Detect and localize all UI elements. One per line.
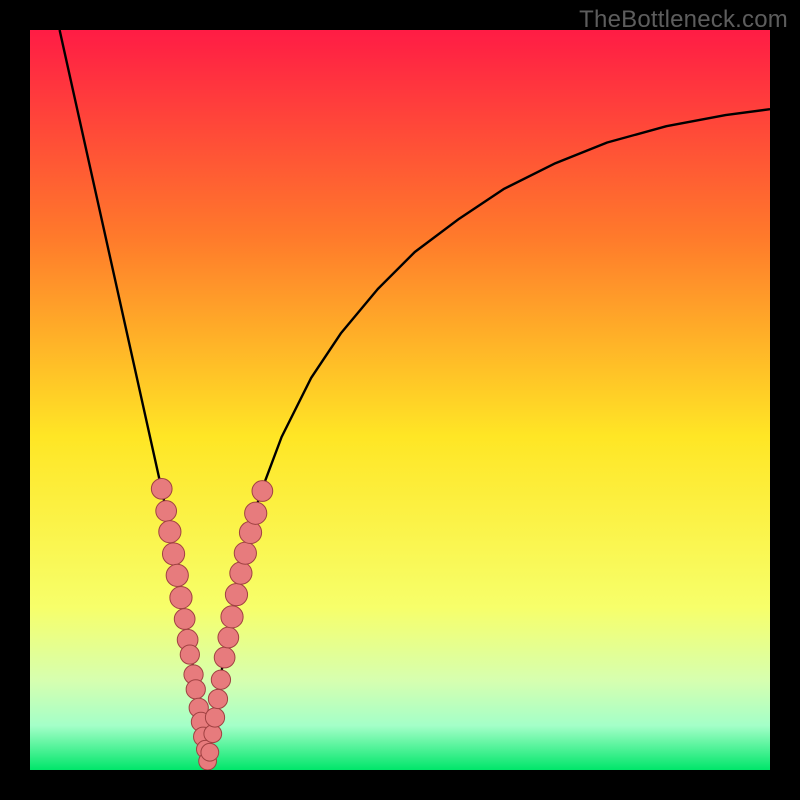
data-dot [201,743,219,761]
data-dot [211,670,230,689]
data-dot [180,645,199,664]
data-dot [245,502,267,524]
data-dot [252,481,273,502]
data-dot [208,689,227,708]
data-dot [170,586,192,608]
data-dot [225,584,247,606]
data-dot [186,680,205,699]
data-dot [218,627,239,648]
data-dot [174,609,195,630]
outer-frame: TheBottleneck.com [0,0,800,800]
data-dot [214,647,235,668]
data-dot [204,725,222,743]
data-dot [239,521,261,543]
data-dot [205,708,224,727]
data-dot [234,542,256,564]
data-dot [221,606,243,628]
data-dot [230,562,252,584]
data-dot [156,501,177,522]
data-dot [162,543,184,565]
chart-svg [30,30,770,770]
data-dot [166,564,188,586]
data-dot [159,521,181,543]
data-dot [151,478,172,499]
plot-area [30,30,770,770]
